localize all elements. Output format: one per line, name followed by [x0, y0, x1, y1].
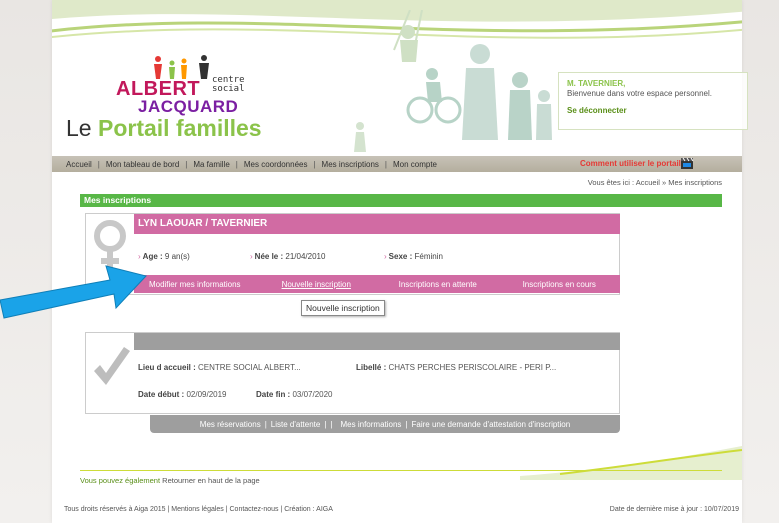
nav-separator: |	[235, 159, 238, 169]
place-label: Lieu d accueil :	[138, 363, 196, 372]
footer-update-date: Date de dernière mise à jour : 10/07/201…	[609, 506, 739, 513]
nav-item-tableau-de-bord[interactable]: Mon tableau de bord	[106, 160, 179, 169]
breadcrumb: Vous êtes ici : Accueil » Mes inscriptio…	[587, 178, 722, 187]
tab-separator: |	[264, 419, 267, 429]
inscription-start-date: Date début : 02/09/2019	[138, 390, 227, 399]
end-label: Date fin :	[256, 390, 291, 399]
nav-item-ma-famille[interactable]: Ma famille	[193, 160, 229, 169]
back-to-top-link[interactable]: Retourner en haut de la page	[162, 476, 260, 485]
tab-separator: |	[324, 419, 327, 429]
start-label: Date début :	[138, 390, 185, 399]
link-mes-informations[interactable]: Mes informations	[341, 420, 402, 429]
section-title: Mes inscriptions	[84, 195, 152, 205]
section-header-bar: Mes inscriptions	[80, 194, 722, 207]
empty-link-separator: |	[330, 419, 333, 429]
link-demande-attestation[interactable]: Faire une demande d'attestation d'inscri…	[412, 420, 571, 429]
welcome-message: Bienvenue dans votre espace personnel.	[567, 89, 712, 98]
child-birthdate: › Née le : 21/04/2010	[250, 252, 325, 261]
inscription-card: Lieu d accueil : CENTRE SOCIAL ALBERT...…	[85, 332, 620, 414]
nav-separator: |	[384, 159, 387, 169]
nav-item-mes-coordonnees[interactable]: Mes coordonnées	[244, 160, 308, 169]
footer-wave-decoration	[520, 446, 742, 480]
nav-item-mes-inscriptions[interactable]: Mes inscriptions	[322, 160, 379, 169]
place-value: CENTRE SOCIAL ALBERT...	[198, 363, 301, 372]
child-profile-card: LYN LAOUAR / TAVERNIER › Age : 9 an(s) › N…	[85, 213, 620, 295]
nav-item-accueil[interactable]: Accueil	[66, 160, 92, 169]
nav-item-mon-compte[interactable]: Mon compte	[393, 160, 437, 169]
start-value: 02/09/2019	[186, 390, 227, 399]
bottom-divider	[80, 470, 722, 471]
nav-separator: |	[185, 159, 188, 169]
footer-legal[interactable]: Tous droits réservés à Aiga 2015 | Menti…	[64, 506, 333, 513]
blue-pointer-arrow-icon	[0, 265, 147, 319]
nav-separator: |	[313, 159, 316, 169]
born-value: 21/04/2010	[285, 252, 326, 261]
inscription-header-bar	[134, 333, 620, 350]
child-name: LYN LAOUAR / TAVERNIER	[138, 218, 268, 229]
bottom-links: Vous pouvez également Retourner en haut …	[80, 476, 260, 485]
tab-inscriptions-en-cours[interactable]: Inscriptions en cours	[499, 280, 621, 289]
libelle-value: CHATS PERCHES PERISCOLAIRE - PERI P...	[388, 363, 557, 372]
inscription-action-tabs: Mes réservations | Liste d'attente | | M…	[150, 415, 620, 433]
end-value: 03/07/2020	[292, 390, 333, 399]
age-value: 9 an(s)	[164, 252, 190, 261]
also-text: Vous pouvez également	[80, 476, 161, 485]
welcome-user-name: M. TAVERNIER,	[567, 79, 626, 88]
bullet-icon: ›	[250, 252, 253, 261]
tab-nouvelle-inscription[interactable]: Nouvelle inscription	[256, 280, 378, 289]
logo-centre-line2: social	[212, 84, 245, 94]
main-nav: Accueil | Mon tableau de bord | Ma famil…	[52, 156, 742, 172]
help-link[interactable]: Comment utiliser le portail ?	[580, 159, 688, 168]
link-liste-attente[interactable]: Liste d'attente	[271, 420, 321, 429]
sex-value: Féminin	[414, 252, 443, 261]
profile-action-tabs: Modifier mes informations Nouvelle inscr…	[134, 275, 620, 293]
welcome-box: M. TAVERNIER, Bienvenue dans votre espac…	[558, 72, 748, 130]
nav-separator: |	[97, 159, 100, 169]
inscription-libelle: Libellé : CHATS PERCHES PERISCOLAIRE - P…	[356, 363, 556, 372]
logo-centre-social: centre social	[212, 76, 245, 94]
tab-separator: |	[405, 419, 408, 429]
logout-link[interactable]: Se déconnecter	[567, 106, 739, 115]
inscription-place: Lieu d accueil : CENTRE SOCIAL ALBERT...	[138, 363, 301, 372]
child-name-header: LYN LAOUAR / TAVERNIER	[134, 214, 620, 234]
tooltip-nouvelle-inscription: Nouvelle inscription	[301, 300, 385, 316]
family-silhouettes-illustration	[354, 10, 552, 152]
link-mes-reservations[interactable]: Mes réservations	[200, 420, 261, 429]
born-label: Née le :	[254, 252, 284, 261]
portal-title-name: Portail familles	[97, 115, 262, 141]
inscription-end-date: Date fin : 03/07/2020	[256, 390, 333, 399]
child-sex: › Sexe : Féminin	[384, 252, 443, 261]
libelle-label: Libellé :	[356, 363, 387, 372]
sex-label: Sexe :	[388, 252, 413, 261]
clapperboard-icon[interactable]	[680, 157, 694, 170]
tab-inscriptions-en-attente[interactable]: Inscriptions en attente	[377, 280, 499, 289]
portal-title[interactable]: Le Portail familles	[66, 115, 262, 142]
logo-jacquard-text: JACQUARD	[138, 97, 239, 116]
bullet-icon: ›	[384, 252, 387, 261]
checkmark-icon	[94, 347, 130, 385]
portal-title-prefix: Le	[66, 115, 98, 141]
